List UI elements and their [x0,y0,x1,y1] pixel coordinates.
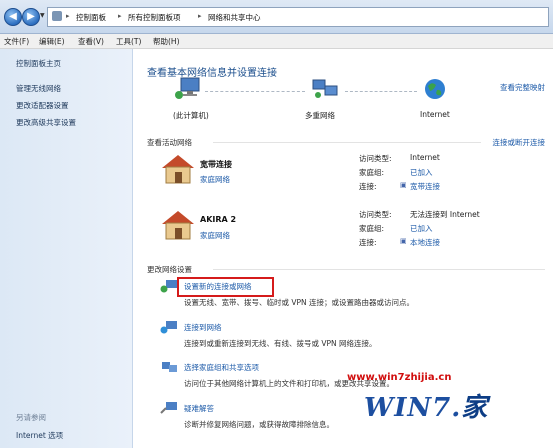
access-type-value: 无法连接到 Internet [410,210,480,219]
see-also-label: 另请参阅 [16,413,46,422]
map-connector [345,91,417,92]
full-map-link[interactable]: 查看完整映射 [500,82,545,93]
connection-icon: ▣ [400,181,407,189]
home-network-icon [162,155,194,184]
menu-tools[interactable]: 工具(T) [116,36,141,47]
connection-icon: ▣ [400,237,407,245]
menu-file[interactable]: 文件(F) [4,36,29,47]
computer-icon [175,77,200,99]
sidebar-item-adapter[interactable]: 更改适配器设置 [16,100,69,111]
homegroup-label: 家庭组: [359,168,385,177]
network-type-link[interactable]: 家庭网络 [200,230,230,241]
breadcrumb-separator: ▸ [118,12,122,20]
homegroup-link[interactable]: 已加入 [410,223,433,234]
back-button[interactable]: ◀ [4,8,22,26]
connection-label: 连接: [359,238,377,247]
network-name: 宽带连接 [200,160,232,169]
menu-view[interactable]: 查看(V) [78,36,104,47]
task-link-troubleshoot[interactable]: 疑难解答 [184,403,214,414]
network-icon [52,11,62,21]
sidebar: 控制面板主页 管理无线网络 更改适配器设置 更改高级共享设置 另请参阅 Inte… [0,49,133,448]
page-title: 查看基本网络信息并设置连接 [147,68,277,79]
breadcrumb-control-panel[interactable]: 控制面板 [76,12,106,23]
connection-link[interactable]: 本地连接 [410,237,440,248]
forward-button[interactable]: ▶ [22,8,40,26]
breadcrumb-separator: ▸ [66,12,70,20]
multiple-networks-icon [312,79,338,98]
homegroup-link[interactable]: 已加入 [410,167,433,178]
access-type-label: 访问类型: [359,210,392,219]
history-dropdown-icon[interactable]: ▼ [40,12,45,19]
task-desc: 诊断并修复网络问题，或获得故障排除信息。 [184,420,334,429]
task-link-homegroup[interactable]: 选择家庭组和共享选项 [184,362,259,373]
task-desc: 连接到或重新连接到无线、有线、拨号或 VPN 网络连接。 [184,339,377,348]
active-networks-label: 查看活动网络 [147,138,192,147]
watermark-url: www.win7zhijia.cn [347,372,452,383]
sidebar-item-wireless[interactable]: 管理无线网络 [16,83,61,94]
troubleshoot-icon [160,402,177,414]
network-name: AKIRA 2 [200,215,237,224]
menu-bar: 文件(F) 编辑(E) 查看(V) 工具(T) 帮助(H) [0,34,553,49]
address-bar: ◀ ▶ ▼ ▸ 控制面板 ▸ 所有控制面板项 ▸ 网络和共享中心 [0,0,553,34]
divider [213,142,481,143]
new-connection-icon [160,280,177,293]
change-settings-label: 更改网络设置 [147,265,192,274]
logo-text: WIN7. [364,393,462,423]
address-box[interactable]: ▸ 控制面板 ▸ 所有控制面板项 ▸ 网络和共享中心 [47,7,549,27]
breadcrumb-all-items[interactable]: 所有控制面板项 [128,12,181,23]
task-link-connect[interactable]: 连接到网络 [184,322,222,333]
connect-disconnect-link[interactable]: 连接或断开连接 [493,137,546,148]
network-type-link[interactable]: 家庭网络 [200,174,230,185]
connection-link[interactable]: 宽带连接 [410,181,440,192]
connect-network-icon [160,321,177,334]
win7-logo: WIN7.家 [364,387,504,431]
map-label-network: 多重网络 [305,111,335,120]
home-network-icon [162,211,194,240]
map-connector [205,91,305,92]
access-type-label: 访问类型: [359,154,392,163]
task-link-new-connection[interactable]: 设置新的连接或网络 [184,281,252,292]
globe-icon [425,79,445,99]
task-desc: 设置无线、宽带、拨号、临时或 VPN 连接；或设置路由器或访问点。 [184,298,415,307]
map-label-pc: (此计算机) [173,111,209,120]
menu-edit[interactable]: 编辑(E) [39,36,65,47]
sidebar-item-sharing[interactable]: 更改高级共享设置 [16,117,76,128]
access-type-value: Internet [410,153,440,162]
breadcrumb-network-center[interactable]: 网络和共享中心 [208,12,261,23]
homegroup-icon [162,362,177,372]
homegroup-label: 家庭组: [359,224,385,233]
sidebar-item-home[interactable]: 控制面板主页 [16,58,61,69]
divider [213,269,545,270]
map-label-internet: Internet [420,110,450,119]
sidebar-item-internet-options[interactable]: Internet 选项 [16,430,63,441]
breadcrumb-separator: ▸ [198,12,202,20]
logo-suffix: 家 [461,393,489,423]
menu-help[interactable]: 帮助(H) [153,36,180,47]
connection-label: 连接: [359,182,377,191]
